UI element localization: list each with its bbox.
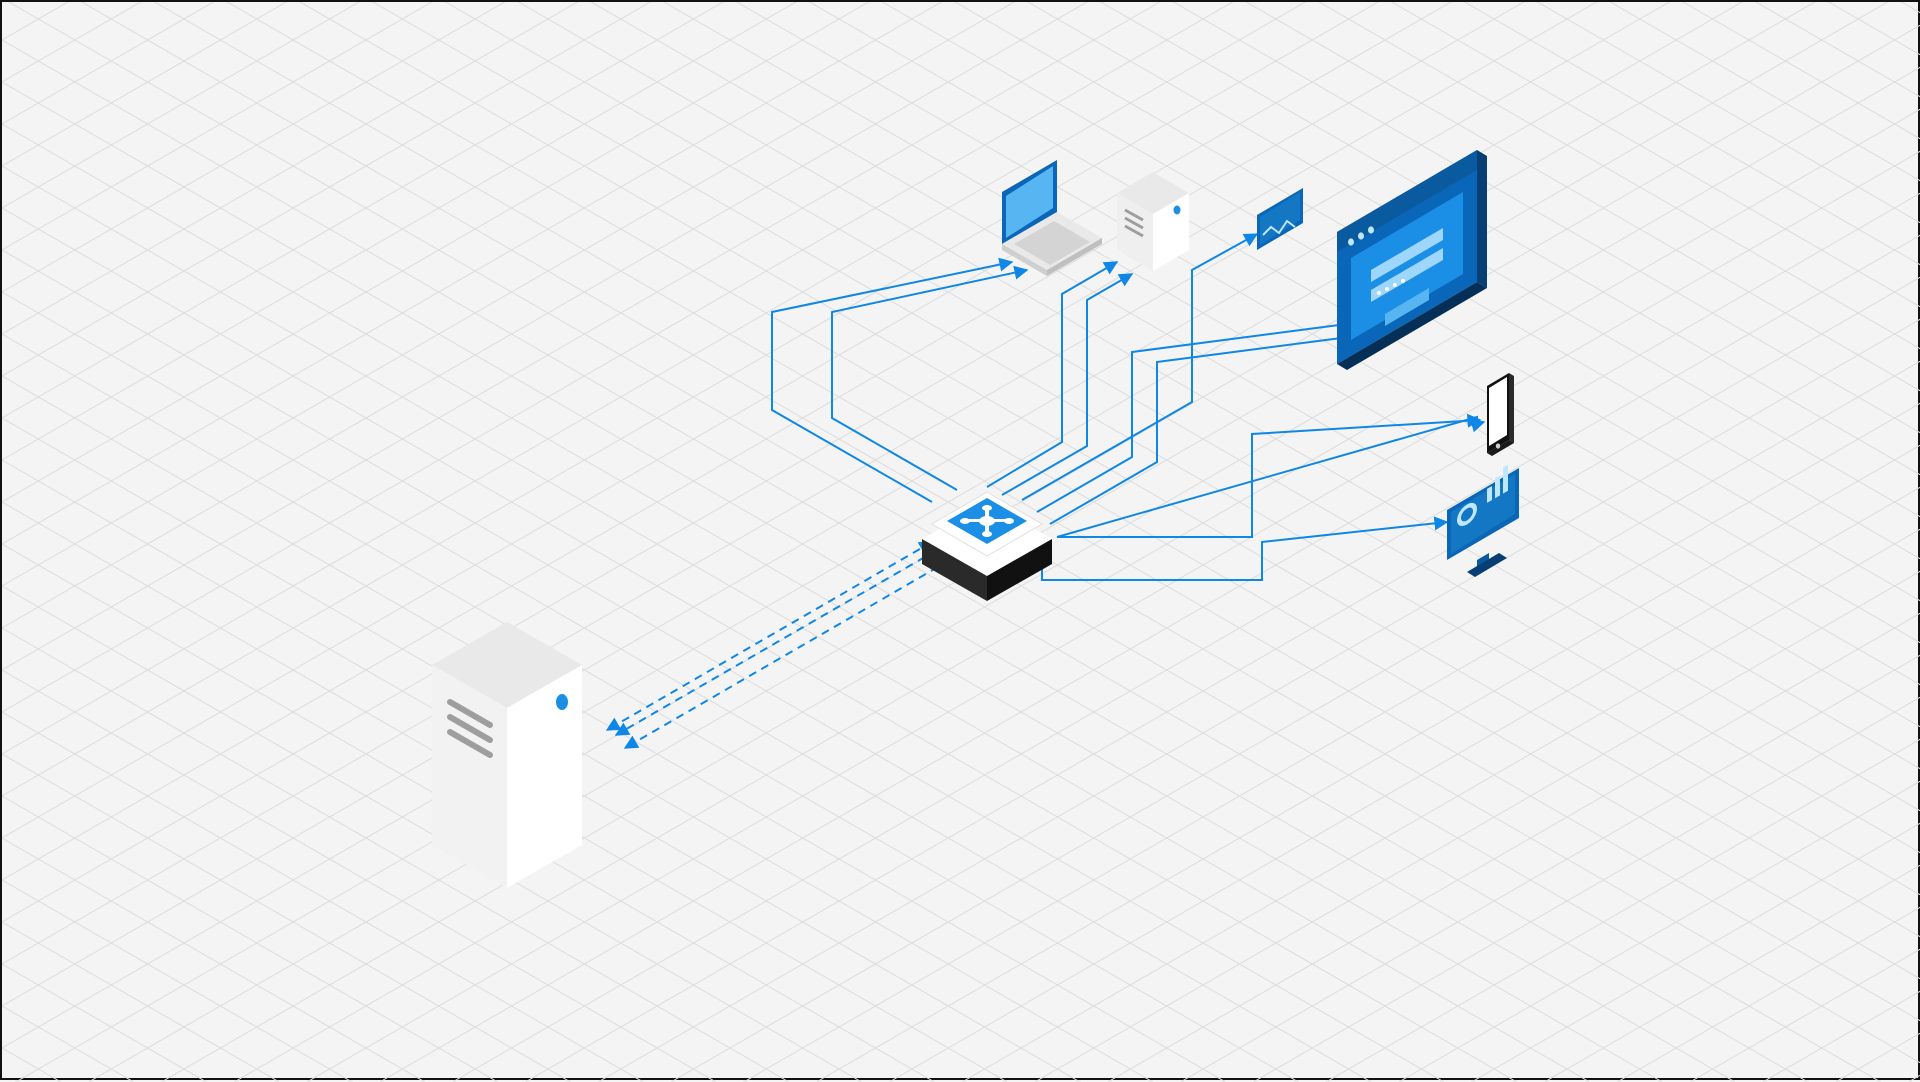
- edge-hub-chart-card: [1022, 234, 1257, 500]
- edge-hub-laptop: [772, 262, 1027, 502]
- laptop-icon: [1002, 160, 1102, 276]
- dashboard-monitor-icon: [1447, 465, 1519, 577]
- edge-hub-server-large: [607, 542, 950, 748]
- edge-hub-server-small: [987, 262, 1132, 495]
- login-window-icon: [1337, 150, 1487, 370]
- server-small-icon: [1117, 172, 1189, 271]
- diagram-svg: [2, 2, 1920, 1082]
- diagram-stage: [0, 0, 1920, 1080]
- edge-hub-phone: [1057, 417, 1484, 537]
- mobile-phone-icon: [1487, 373, 1514, 456]
- server-large-icon: [432, 622, 582, 888]
- edge-hub-dashboard: [1042, 522, 1447, 580]
